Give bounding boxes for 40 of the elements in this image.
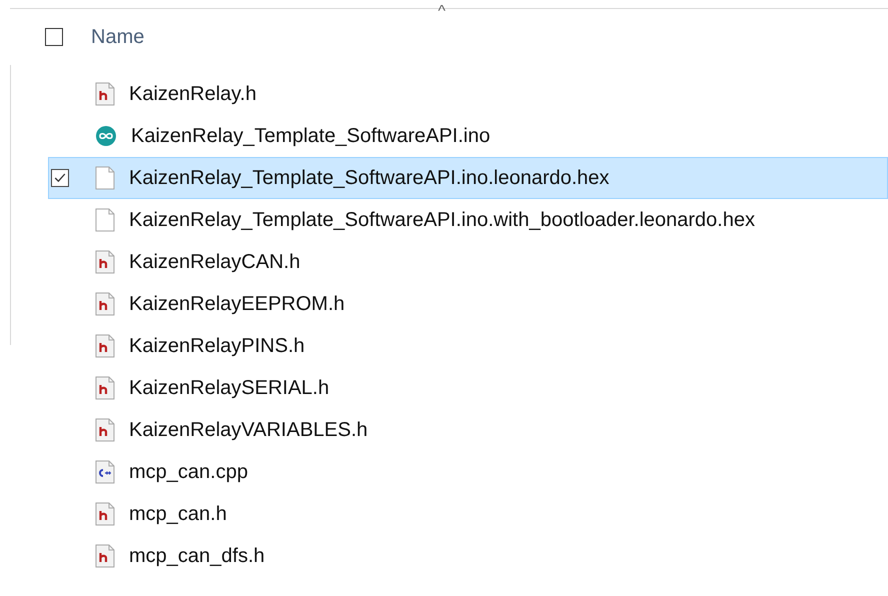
file-row[interactable]: KaizenRelay.h — [48, 73, 888, 115]
file-name: mcp_can.h — [129, 502, 227, 526]
file-name: mcp_can_dfs.h — [129, 544, 265, 568]
file-row[interactable]: KaizenRelay_Template_SoftwareAPI.ino.leonardo.hex — [48, 157, 888, 199]
h-file-icon — [95, 544, 115, 568]
file-name: KaizenRelay_Template_SoftwareAPI.ino — [131, 124, 490, 148]
h-file-icon — [95, 250, 115, 274]
h-file-icon — [95, 502, 115, 526]
cpp-file-icon — [95, 460, 115, 484]
h-file-icon — [95, 292, 115, 316]
file-row[interactable]: KaizenRelaySERIAL.h — [48, 367, 888, 409]
sort-caret-icon: ^ — [438, 3, 446, 21]
file-name: KaizenRelaySERIAL.h — [129, 376, 330, 400]
file-name: mcp_can.cpp — [129, 460, 248, 484]
file-row[interactable]: KaizenRelay_Template_SoftwareAPI.ino.with_bootloader.leonardo.hex — [48, 199, 888, 241]
file-row[interactable]: KaizenRelayVARIABLES.h — [48, 409, 888, 451]
h-file-icon — [95, 418, 115, 442]
select-all-checkbox[interactable] — [45, 28, 63, 46]
file-row[interactable]: KaizenRelay_Template_SoftwareAPI.ino — [48, 115, 888, 157]
name-column-header[interactable]: Name — [91, 26, 144, 48]
file-name: KaizenRelayVARIABLES.h — [129, 418, 368, 442]
file-name: KaizenRelayPINS.h — [129, 334, 305, 358]
file-row[interactable]: KaizenRelayPINS.h — [48, 325, 888, 367]
file-name: KaizenRelay_Template_SoftwareAPI.ino.leonardo.hex — [129, 166, 610, 190]
h-file-icon — [95, 82, 115, 106]
file-row[interactable]: mcp_can_dfs.h — [48, 535, 888, 577]
file-name: KaizenRelayCAN.h — [129, 250, 300, 274]
blank-file-icon — [95, 208, 115, 232]
file-name: KaizenRelayEEPROM.h — [129, 292, 345, 316]
file-name: KaizenRelay_Template_SoftwareAPI.ino.with_bootloader.leonardo.hex — [129, 208, 755, 232]
file-row[interactable]: KaizenRelayCAN.h — [48, 241, 888, 283]
file-row[interactable]: KaizenRelayEEPROM.h — [48, 283, 888, 325]
h-file-icon — [95, 334, 115, 358]
infinity-circle-icon — [95, 125, 117, 147]
blank-file-icon — [95, 166, 115, 190]
file-row[interactable]: mcp_can.cpp — [48, 451, 888, 493]
checkbox[interactable] — [51, 169, 69, 187]
h-file-icon — [95, 376, 115, 400]
file-name: KaizenRelay.h — [129, 82, 256, 106]
file-row[interactable]: mcp_can.h — [48, 493, 888, 535]
